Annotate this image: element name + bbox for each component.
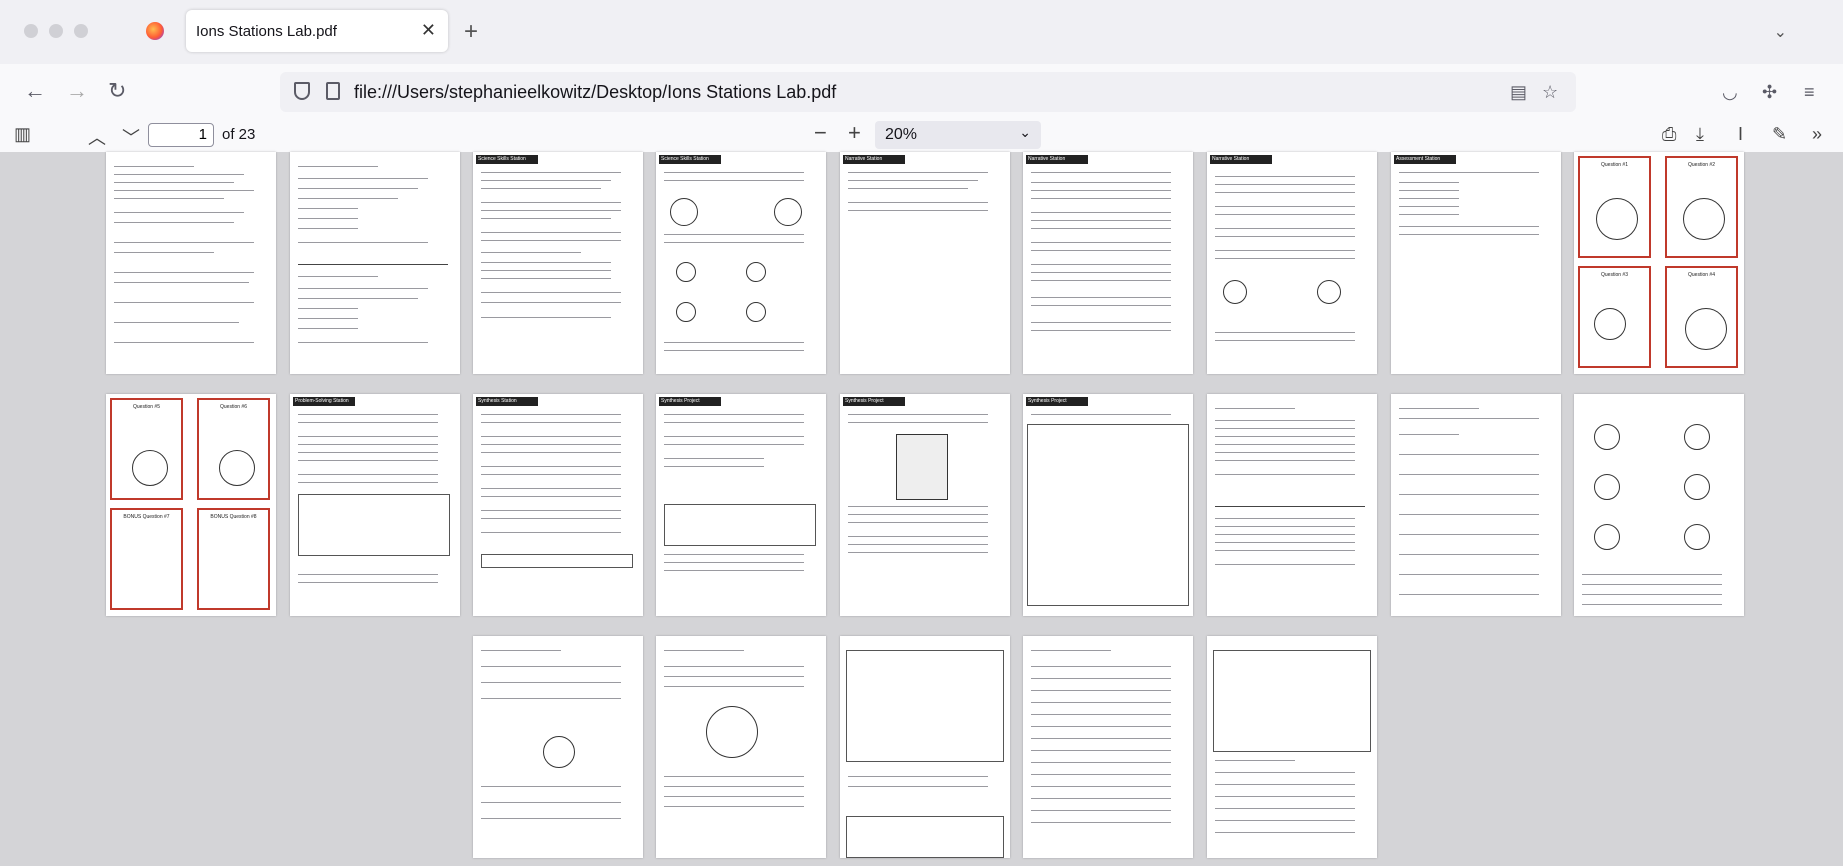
tab-strip: Ions Stations Lab.pdf ✕ + ⌄ [0,0,1843,64]
station-header: Narrative Station [1026,155,1088,164]
pocket-icon[interactable]: ◡ [1722,82,1738,103]
text-tool-icon[interactable]: I [1738,124,1743,145]
page-thumbnail-3[interactable]: Science Skills Station [473,152,643,374]
pdf-toolbar: ▥ ︿ ﹀ 1 of 23 − + 20% ⌄ ⎙ ⤓ I ✎ » [0,120,1843,153]
page-thumbnail-12[interactable]: Synthesis Station [473,394,643,616]
page-thumbnail-22[interactable] [1023,636,1193,858]
page-thumbnail-13[interactable]: Synthesis Project [656,394,826,616]
page-thumbnail-8[interactable]: Assessment Station [1391,152,1561,374]
station-header: Synthesis Project [843,397,905,406]
page-thumbnail-19[interactable] [473,636,643,858]
close-window-button[interactable] [24,24,38,38]
station-header: Assessment Station [1394,155,1456,164]
page-thumbnail-21[interactable] [840,636,1010,858]
page-thumbnail-14[interactable]: Synthesis Project [840,394,1010,616]
page-thumbnail-15[interactable]: Synthesis Project [1023,394,1193,616]
tools-menu-icon[interactable]: » [1812,124,1822,145]
station-header: Synthesis Project [659,397,721,406]
maximize-window-button[interactable] [74,24,88,38]
page-thumbnail-20[interactable] [656,636,826,858]
new-tab-button[interactable]: + [464,18,478,46]
tab-active[interactable]: Ions Stations Lab.pdf ✕ [186,10,448,52]
page-info-icon[interactable] [326,82,340,100]
zoom-in-button[interactable]: + [848,120,861,146]
page-thumbnail-6[interactable]: Narrative Station [1023,152,1193,374]
page-thumbnail-9[interactable]: Question #1 Question #2 Question #3 Ques… [1574,152,1744,374]
url-bar[interactable]: file:///Users/stephanieelkowitz/Desktop/… [280,72,1576,112]
station-header: Narrative Station [843,155,905,164]
page-thumbnail-17[interactable] [1391,394,1561,616]
bookmark-star-icon[interactable]: ☆ [1542,82,1558,103]
save-icon[interactable]: ⤓ [1696,124,1704,145]
page-thumbnail-4[interactable]: Science Skills Station [656,152,826,374]
chevron-down-icon: ⌄ [1019,124,1031,140]
question-card: Question #2 [1665,156,1738,258]
navigation-bar: ← → ↻ file:///Users/stephanieelkowitz/De… [0,64,1843,121]
question-card: BONUS Question #8 [197,508,270,610]
station-header: Problem-Solving Station [293,397,355,406]
question-card: Question #4 [1665,266,1738,368]
back-button[interactable]: ← [24,78,46,104]
station-header: Narrative Station [1210,155,1272,164]
shield-icon[interactable] [294,82,310,100]
page-thumbnail-11[interactable]: Problem-Solving Station [290,394,460,616]
page-thumbnail-1[interactable] [106,152,276,374]
station-header: Synthesis Project [1026,397,1088,406]
minimize-window-button[interactable] [49,24,63,38]
extensions-icon[interactable]: ✣ [1762,82,1777,103]
menu-icon[interactable]: ≡ [1804,82,1815,103]
list-all-tabs-icon[interactable]: ⌄ [1774,22,1787,42]
next-page-icon[interactable]: ﹀ [122,124,140,150]
question-card: Question #6 [197,398,270,500]
tab-title: Ions Stations Lab.pdf [196,23,337,40]
zoom-select[interactable]: 20% ⌄ [875,121,1041,149]
station-header: Synthesis Station [476,397,538,406]
station-header: Science Skills Station [476,155,538,164]
draw-tool-icon[interactable]: ✎ [1772,124,1787,145]
page-number-input[interactable]: 1 [148,123,214,147]
sidebar-toggle-icon[interactable]: ▥ [14,124,31,145]
pdf-viewer[interactable]: Science Skills Station Science Skills St… [0,152,1843,866]
tab-close-icon[interactable]: ✕ [421,20,436,41]
question-card: BONUS Question #7 [110,508,183,610]
page-thumbnail-2[interactable] [290,152,460,374]
page-thumbnail-18[interactable] [1574,394,1744,616]
station-header: Science Skills Station [659,155,721,164]
page-thumbnail-16[interactable] [1207,394,1377,616]
zoom-out-button[interactable]: − [814,120,827,146]
question-card: Question #1 [1578,156,1651,258]
question-card: Question #3 [1578,266,1651,368]
page-thumbnail-5[interactable]: Narrative Station [840,152,1010,374]
zoom-value: 20% [885,126,918,143]
url-text[interactable]: file:///Users/stephanieelkowitz/Desktop/… [354,82,836,103]
page-count-label: of 23 [222,126,256,143]
reload-button[interactable]: ↻ [108,78,126,104]
question-card: Question #5 [110,398,183,500]
page-thumbnail-23[interactable] [1207,636,1377,858]
page-thumbnail-7[interactable]: Narrative Station [1207,152,1377,374]
forward-button[interactable]: → [66,78,88,104]
firefox-view-icon[interactable] [146,22,164,40]
reader-view-icon[interactable]: ▤ [1510,82,1527,103]
print-icon[interactable]: ⎙ [1662,124,1676,145]
previous-page-icon[interactable]: ︿ [88,124,106,150]
page-thumbnail-10[interactable]: Question #5 Question #6 BONUS Question #… [106,394,276,616]
